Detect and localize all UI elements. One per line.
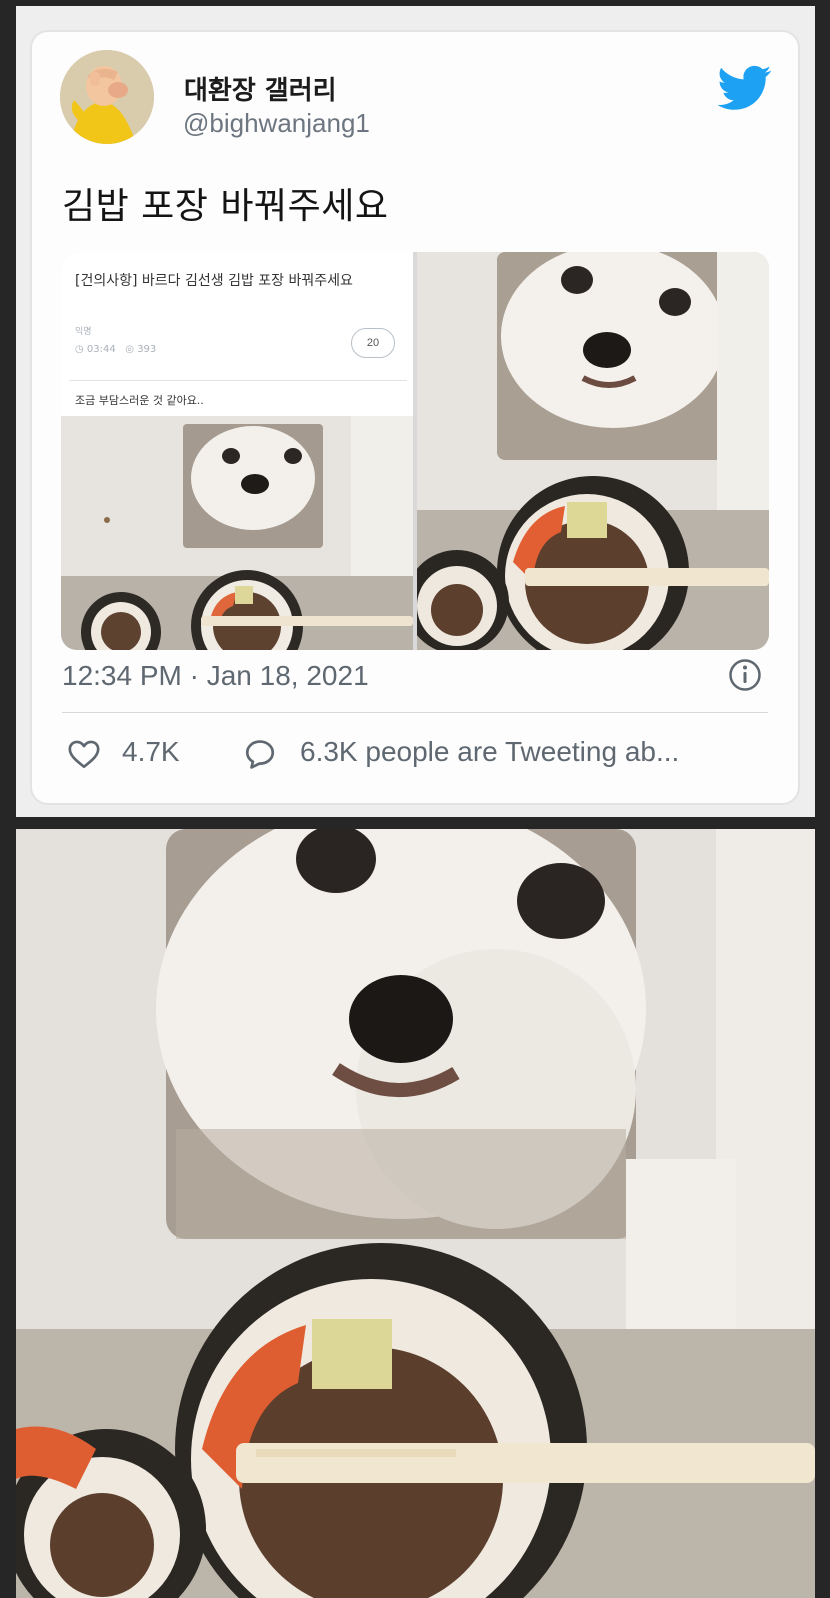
tweet-media-grid[interactable]: [건의사항] 바르다 김선생 김밥 포장 바꿔주세요 익명 ◷ 03:44 ◎ … [61, 252, 769, 650]
media-image-dog-kimbap[interactable] [417, 252, 769, 650]
comment-count-bubble: 20 [351, 328, 395, 358]
tweet-card: 대환장 갤러리 @bighwanjang1 김밥 포장 바꿔주세요 [건의사항]… [30, 30, 800, 805]
post-views: 393 [137, 344, 157, 355]
post-meta: ◷ 03:44 ◎ 393 [75, 344, 156, 355]
divider [62, 712, 768, 713]
heart-icon[interactable] [66, 737, 102, 771]
info-icon[interactable] [728, 658, 762, 692]
tweet-text: 김밥 포장 바꿔주세요 [62, 186, 389, 227]
photo-dog-kimbap-closeup [16, 829, 815, 1598]
post-author: 익명 [75, 327, 92, 337]
media-image-post-screenshot[interactable]: [건의사항] 바르다 김선생 김밥 포장 바꿔주세요 익명 ◷ 03:44 ◎ … [61, 252, 413, 650]
like-count[interactable]: 4.7K [122, 736, 180, 768]
post-photo-dog-kimbap [61, 416, 413, 650]
tweet-screenshot-panel: 대환장 갤러리 @bighwanjang1 김밥 포장 바꿔주세요 [건의사항]… [16, 6, 815, 817]
post-time: 03:44 [86, 344, 116, 355]
tweeting-count-link[interactable]: 6.3K people are Tweeting ab... [300, 736, 679, 768]
divider [69, 380, 407, 381]
tweet-timestamp[interactable]: 12:34 PM · Jan 18, 2021 [62, 660, 369, 692]
clock-icon: ◷ [75, 344, 87, 355]
avatar[interactable] [60, 50, 154, 144]
post-title: [건의사항] 바르다 김선생 김밥 포장 바꿔주세요 [75, 273, 353, 289]
eye-icon: ◎ [118, 344, 138, 355]
display-name[interactable]: 대환장 갤러리 [184, 70, 337, 107]
post-body: 조금 부담스러운 것 같아요.. [75, 394, 204, 407]
twitter-bird-icon[interactable] [718, 60, 772, 114]
speech-bubble-icon[interactable] [242, 737, 278, 771]
user-handle[interactable]: @bighwanjang1 [183, 108, 370, 139]
